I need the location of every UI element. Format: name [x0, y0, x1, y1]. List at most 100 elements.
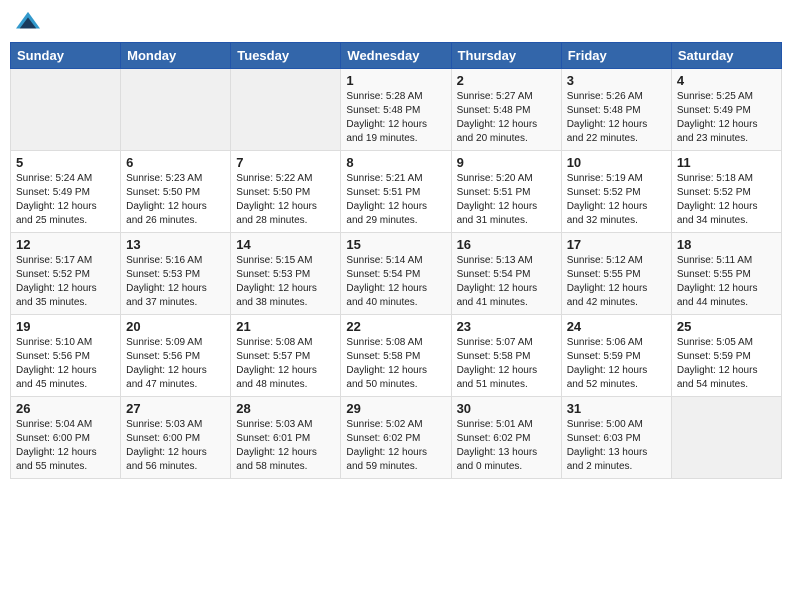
calendar-cell: 2 Sunrise: 5:27 AM Sunset: 5:48 PM Daylig…	[451, 69, 561, 151]
day-info: Sunrise: 5:14 AM Sunset: 5:54 PM Dayligh…	[346, 254, 445, 310]
calendar-cell	[11, 69, 121, 151]
calendar-cell: 24 Sunrise: 5:06 AM Sunset: 5:59 PM Dayli…	[561, 315, 671, 397]
day-number: 24	[567, 319, 666, 334]
day-number: 13	[126, 237, 225, 252]
day-info: Sunrise: 5:16 AM Sunset: 5:53 PM Dayligh…	[126, 254, 225, 310]
day-number: 20	[126, 319, 225, 334]
calendar-cell: 16 Sunrise: 5:13 AM Sunset: 5:54 PM Dayli…	[451, 233, 561, 315]
day-number: 16	[457, 237, 556, 252]
day-info: Sunrise: 5:06 AM Sunset: 5:59 PM Dayligh…	[567, 336, 666, 392]
calendar-cell	[121, 69, 231, 151]
day-info: Sunrise: 5:03 AM Sunset: 6:00 PM Dayligh…	[126, 418, 225, 474]
calendar-cell: 6 Sunrise: 5:23 AM Sunset: 5:50 PM Daylig…	[121, 151, 231, 233]
day-info: Sunrise: 5:15 AM Sunset: 5:53 PM Dayligh…	[236, 254, 335, 310]
day-number: 31	[567, 401, 666, 416]
calendar-cell: 30 Sunrise: 5:01 AM Sunset: 6:02 PM Dayli…	[451, 397, 561, 479]
calendar-cell: 27 Sunrise: 5:03 AM Sunset: 6:00 PM Dayli…	[121, 397, 231, 479]
calendar-cell: 20 Sunrise: 5:09 AM Sunset: 5:56 PM Dayli…	[121, 315, 231, 397]
calendar-cell: 10 Sunrise: 5:19 AM Sunset: 5:52 PM Dayli…	[561, 151, 671, 233]
day-header-monday: Monday	[121, 43, 231, 69]
day-info: Sunrise: 5:20 AM Sunset: 5:51 PM Dayligh…	[457, 172, 556, 228]
day-number: 3	[567, 73, 666, 88]
day-number: 12	[16, 237, 115, 252]
day-number: 28	[236, 401, 335, 416]
logo-icon	[14, 10, 42, 34]
calendar-cell: 15 Sunrise: 5:14 AM Sunset: 5:54 PM Dayli…	[341, 233, 451, 315]
calendar-cell: 8 Sunrise: 5:21 AM Sunset: 5:51 PM Daylig…	[341, 151, 451, 233]
calendar-cell	[671, 397, 781, 479]
calendar-cell: 5Sunrise: 5:24 AM Sunset: 5:49 PM Daylig…	[11, 151, 121, 233]
calendar-cell: 7Sunrise: 5:22 AM Sunset: 5:50 PM Daylig…	[231, 151, 341, 233]
day-info: Sunrise: 5:07 AM Sunset: 5:58 PM Dayligh…	[457, 336, 556, 392]
day-info: Sunrise: 5:08 AM Sunset: 5:58 PM Dayligh…	[346, 336, 445, 392]
day-number: 30	[457, 401, 556, 416]
day-info: Sunrise: 5:09 AM Sunset: 5:56 PM Dayligh…	[126, 336, 225, 392]
day-info: Sunrise: 5:05 AM Sunset: 5:59 PM Dayligh…	[677, 336, 776, 392]
day-number: 21	[236, 319, 335, 334]
day-info: Sunrise: 5:27 AM Sunset: 5:48 PM Dayligh…	[457, 90, 556, 146]
calendar-week-row: 26 Sunrise: 5:04 AM Sunset: 6:00 PM Dayli…	[11, 397, 782, 479]
calendar-cell: 1Sunrise: 5:28 AM Sunset: 5:48 PM Daylig…	[341, 69, 451, 151]
day-number: 2	[457, 73, 556, 88]
day-info: Sunrise: 5:19 AM Sunset: 5:52 PM Dayligh…	[567, 172, 666, 228]
calendar-cell: 21 Sunrise: 5:08 AM Sunset: 5:57 PM Dayli…	[231, 315, 341, 397]
day-info: Sunrise: 5:12 AM Sunset: 5:55 PM Dayligh…	[567, 254, 666, 310]
calendar-week-row: 1Sunrise: 5:28 AM Sunset: 5:48 PM Daylig…	[11, 69, 782, 151]
day-info: Sunrise: 5:00 AM Sunset: 6:03 PM Dayligh…	[567, 418, 666, 474]
day-number: 7	[236, 155, 335, 170]
day-number: 19	[16, 319, 115, 334]
calendar-cell: 12 Sunrise: 5:17 AM Sunset: 5:52 PM Dayli…	[11, 233, 121, 315]
calendar-cell: 22Sunrise: 5:08 AM Sunset: 5:58 PM Dayli…	[341, 315, 451, 397]
calendar-week-row: 12 Sunrise: 5:17 AM Sunset: 5:52 PM Dayli…	[11, 233, 782, 315]
day-number: 18	[677, 237, 776, 252]
day-number: 11	[677, 155, 776, 170]
day-number: 23	[457, 319, 556, 334]
calendar-cell: 9 Sunrise: 5:20 AM Sunset: 5:51 PM Daylig…	[451, 151, 561, 233]
day-header-sunday: Sunday	[11, 43, 121, 69]
day-number: 26	[16, 401, 115, 416]
day-info: Sunrise: 5:23 AM Sunset: 5:50 PM Dayligh…	[126, 172, 225, 228]
calendar-cell: 31 Sunrise: 5:00 AM Sunset: 6:03 PM Dayli…	[561, 397, 671, 479]
day-info: Sunrise: 5:11 AM Sunset: 5:55 PM Dayligh…	[677, 254, 776, 310]
day-number: 15	[346, 237, 445, 252]
calendar-cell: 11 Sunrise: 5:18 AM Sunset: 5:52 PM Dayli…	[671, 151, 781, 233]
day-number: 4	[677, 73, 776, 88]
calendar-cell: 28 Sunrise: 5:03 AM Sunset: 6:01 PM Dayli…	[231, 397, 341, 479]
day-header-thursday: Thursday	[451, 43, 561, 69]
calendar-cell: 26 Sunrise: 5:04 AM Sunset: 6:00 PM Dayli…	[11, 397, 121, 479]
calendar-cell: 19 Sunrise: 5:10 AM Sunset: 5:56 PM Dayli…	[11, 315, 121, 397]
day-info: Sunrise: 5:21 AM Sunset: 5:51 PM Dayligh…	[346, 172, 445, 228]
calendar-table: SundayMondayTuesdayWednesdayThursdayFrid…	[10, 42, 782, 479]
logo	[14, 10, 46, 34]
day-info: Sunrise: 5:13 AM Sunset: 5:54 PM Dayligh…	[457, 254, 556, 310]
day-number: 29	[346, 401, 445, 416]
calendar-cell: 29Sunrise: 5:02 AM Sunset: 6:02 PM Dayli…	[341, 397, 451, 479]
day-number: 17	[567, 237, 666, 252]
day-info: Sunrise: 5:17 AM Sunset: 5:52 PM Dayligh…	[16, 254, 115, 310]
day-header-tuesday: Tuesday	[231, 43, 341, 69]
page-header	[10, 10, 782, 34]
day-info: Sunrise: 5:01 AM Sunset: 6:02 PM Dayligh…	[457, 418, 556, 474]
day-number: 9	[457, 155, 556, 170]
calendar-cell: 14 Sunrise: 5:15 AM Sunset: 5:53 PM Dayli…	[231, 233, 341, 315]
day-header-friday: Friday	[561, 43, 671, 69]
day-number: 27	[126, 401, 225, 416]
calendar-cell: 13 Sunrise: 5:16 AM Sunset: 5:53 PM Dayli…	[121, 233, 231, 315]
day-info: Sunrise: 5:04 AM Sunset: 6:00 PM Dayligh…	[16, 418, 115, 474]
day-number: 8	[346, 155, 445, 170]
day-number: 25	[677, 319, 776, 334]
day-number: 14	[236, 237, 335, 252]
day-info: Sunrise: 5:08 AM Sunset: 5:57 PM Dayligh…	[236, 336, 335, 392]
day-info: Sunrise: 5:26 AM Sunset: 5:48 PM Dayligh…	[567, 90, 666, 146]
day-info: Sunrise: 5:28 AM Sunset: 5:48 PM Dayligh…	[346, 90, 445, 146]
day-info: Sunrise: 5:18 AM Sunset: 5:52 PM Dayligh…	[677, 172, 776, 228]
calendar-cell: 3 Sunrise: 5:26 AM Sunset: 5:48 PM Daylig…	[561, 69, 671, 151]
day-info: Sunrise: 5:03 AM Sunset: 6:01 PM Dayligh…	[236, 418, 335, 474]
day-number: 6	[126, 155, 225, 170]
day-header-wednesday: Wednesday	[341, 43, 451, 69]
calendar-cell: 18 Sunrise: 5:11 AM Sunset: 5:55 PM Dayli…	[671, 233, 781, 315]
day-info: Sunrise: 5:10 AM Sunset: 5:56 PM Dayligh…	[16, 336, 115, 392]
day-number: 5	[16, 155, 115, 170]
calendar-cell: 25 Sunrise: 5:05 AM Sunset: 5:59 PM Dayli…	[671, 315, 781, 397]
day-number: 10	[567, 155, 666, 170]
